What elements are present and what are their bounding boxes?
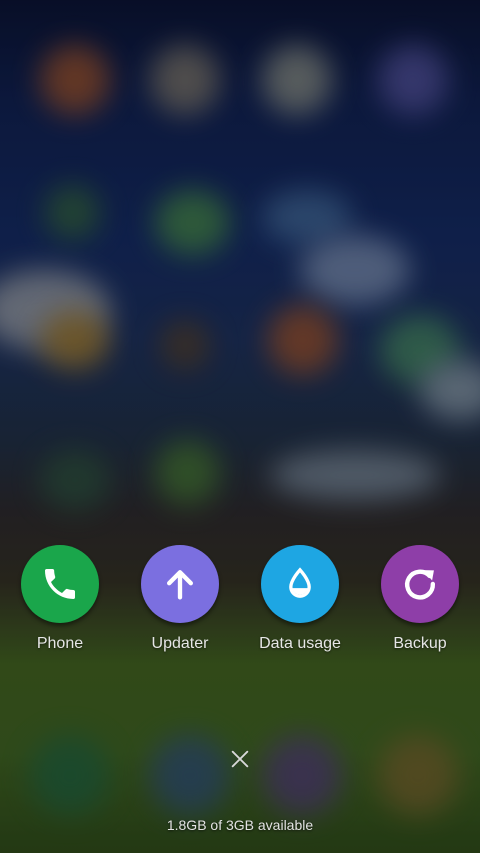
phone-icon[interactable] — [21, 545, 99, 623]
app-label-data-usage: Data usage — [259, 635, 341, 652]
backup-icon[interactable] — [381, 545, 459, 623]
app-label-phone: Phone — [36, 635, 84, 652]
clear-all-button[interactable] — [225, 744, 255, 774]
close-icon — [231, 750, 249, 768]
app-backup[interactable]: Backup — [360, 545, 480, 665]
app-updater[interactable]: Updater — [120, 545, 240, 665]
app-label-updater: Updater — [151, 635, 209, 652]
app-phone[interactable]: Phone — [0, 545, 120, 665]
app-label-backup: Backup — [393, 635, 447, 652]
app-shortcut-row: Phone Updater Data usage Backup — [0, 545, 480, 665]
app-data-usage[interactable]: Data usage — [240, 545, 360, 665]
memory-available-text: 1.8GB of 3GB available — [166, 817, 314, 833]
arrow-up-icon[interactable] — [141, 545, 219, 623]
recent-apps-screen: Phone Updater Data usage Backup 1.8GB of… — [0, 0, 480, 853]
water-drop-icon[interactable] — [261, 545, 339, 623]
